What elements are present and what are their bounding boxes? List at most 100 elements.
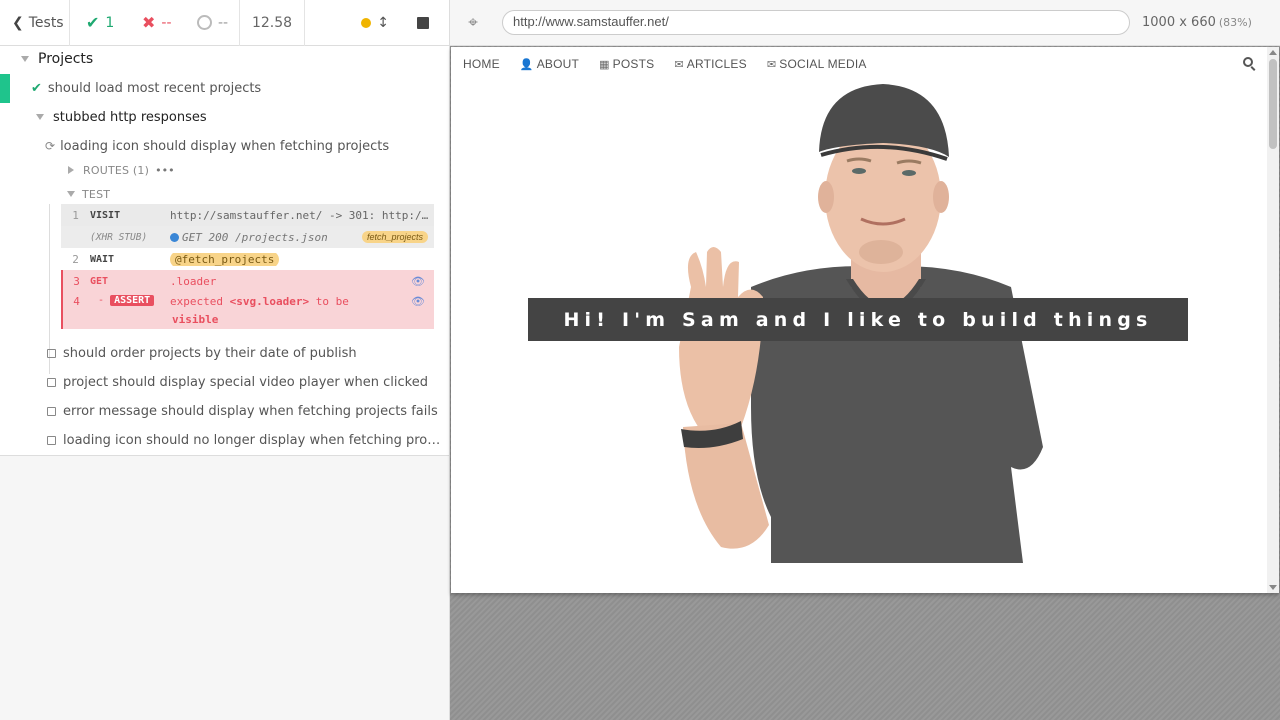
command-wait[interactable]: 2 WAIT @fetch_projects [61,248,434,270]
command-name-wrap: - ASSERT [90,295,170,306]
search-icon[interactable] [1243,57,1253,67]
test-title: should load most recent projects [47,80,262,96]
routes-toggle[interactable]: ROUTES (1) ••• [68,163,175,177]
test-title: should order projects by their date of p… [63,345,357,361]
command-visit[interactable]: 1 VISIT http://samstauffer.net/ -> 301: … [61,204,434,226]
user-icon: 👤 [519,59,534,71]
test-pending[interactable]: should order projects by their date of p… [47,345,357,361]
test-label: TEST [82,187,111,201]
command-message-wrap: @fetch_projects [170,252,434,266]
command-get[interactable]: 3 GET .loader 👁 [61,270,434,291]
command-number: 3 [73,275,80,288]
assert-badge: ASSERT [110,295,155,306]
tests-back-button[interactable]: ❮ Tests [0,0,70,46]
checkbox-icon [47,435,56,445]
nav-home[interactable]: HOME [463,57,500,71]
suite-projects[interactable]: Projects [21,51,93,67]
eye-icon[interactable]: 👁 [411,295,425,308]
assert-selector: <svg.loader> [229,295,310,308]
duration: 12.58 [240,0,305,46]
eye-icon[interactable]: 👁 [411,275,425,288]
viewport-size: 1000 x 660 [1142,15,1216,30]
test-title: loading icon should display when fetchin… [60,138,390,154]
test-running[interactable]: ⟳ loading icon should display when fetch… [45,138,390,154]
checkbox-icon [47,406,56,416]
pass-indicator [0,74,10,103]
aut-iframe[interactable]: HOME 👤 ABOUT ▦ POSTS ✉ ARTICLES ✉ SOCIAL MED… [451,47,1279,593]
scroll-down-icon[interactable] [1269,585,1277,590]
runnables-list: Projects ✔ should load most recent proje… [0,46,449,456]
scrollbar[interactable] [1267,47,1279,593]
caret-down-icon [21,56,29,62]
command-number: 1 [72,208,79,222]
caret-down-icon [36,114,44,120]
assert-pre: expected [170,295,230,308]
suite-title: stubbed http responses [53,109,207,125]
command-name: VISIT [90,209,121,221]
command-name: WAIT [90,253,115,265]
nav-social[interactable]: ✉ SOCIAL MEDIA [767,57,867,71]
suite-stubbed[interactable]: stubbed http responses [36,109,207,125]
command-number: 2 [72,252,79,266]
routes-label: ROUTES (1) [83,163,150,177]
hero-banner: Hi! I'm Sam and I like to build things [528,298,1188,341]
alias-badge: fetch_projects [361,231,428,243]
nav-posts[interactable]: ▦ POSTS [599,57,654,71]
test-pending[interactable]: error message should display when fetchi… [47,403,438,419]
test-title: loading icon should no longer display wh… [63,432,441,448]
refresh-icon: ⟳ [45,139,56,153]
nesting-dash: - [98,295,105,306]
viewport-scale: (83%) [1218,16,1252,29]
envelope-icon: ✉ [674,59,684,71]
pending-number: -- [218,14,229,31]
command-message: http://samstauffer.net/ -> 301: http:/… [170,208,429,222]
tests-label: Tests [28,14,64,31]
nav-articles-label: ARTICLES [686,57,747,71]
test-pending[interactable]: project should display special video pla… [47,374,428,390]
nav-social-label: SOCIAL MEDIA [779,57,867,71]
nav-articles[interactable]: ✉ ARTICLES [674,57,747,71]
url-bar[interactable]: http://www.samstauffer.net/ [502,10,1130,35]
scroll-up-icon[interactable] [1269,50,1277,55]
checkbox-icon [47,348,56,358]
test-passed[interactable]: ✔ should load most recent projects [31,80,262,96]
command-message: GET 200 /projects.json [182,230,328,244]
command-number: 4 [73,295,80,308]
stats-bar: ❮ Tests ✔ 1 ✖ -- -- 12.58 ↕ [0,0,449,46]
scroll-thumb[interactable] [1269,59,1277,149]
alias-pill: @fetch_projects [170,252,280,266]
stop-button[interactable] [417,17,429,29]
autoscroll-toggle[interactable]: ↕ [361,15,389,31]
passed-number: 1 [105,14,115,31]
reporter-panel: ❮ Tests ✔ 1 ✖ -- -- 12.58 ↕ Projects ✔ s… [0,0,450,720]
crosshair-icon[interactable]: ⌖ [450,13,496,33]
nav-about-label: ABOUT [536,57,580,71]
nav-posts-label: POSTS [612,57,655,71]
check-icon: ✔ [86,13,100,32]
command-name: (XHR STUB) [90,231,148,243]
chevron-left-icon: ❮ [12,14,24,31]
status-dot-icon [170,232,179,242]
command-xhr-stub[interactable]: (XHR STUB) GET 200 /projects.json fetch_… [61,226,434,248]
nav-about[interactable]: 👤 ABOUT [520,57,579,71]
running-indicator-icon [361,18,372,28]
caret-right-icon [68,166,74,174]
app-under-test: ⌖ http://www.samstauffer.net/ 1000 x 660… [450,0,1280,720]
test-title: error message should display when fetchi… [63,403,438,419]
envelope-icon: ✉ [766,59,777,71]
test-commands-toggle[interactable]: TEST [67,187,111,201]
site-nav: HOME 👤 ABOUT ▦ POSTS ✉ ARTICLES ✉ SOCIAL MED… [451,47,1267,81]
checkbox-icon [47,377,56,387]
test-title: project should display special video pla… [63,374,428,390]
command-assert[interactable]: 4 - ASSERT expected <svg.loader> to be vi… [61,291,434,329]
x-icon: ✖ [142,13,156,32]
failed-number: -- [161,14,172,31]
command-name: GET [90,276,109,287]
test-pending[interactable]: loading icon should no longer display wh… [47,432,441,448]
runner-controls: ↕ [361,0,449,46]
failed-count: ✖ -- [128,0,185,46]
command-message: expected <svg.loader> to be visible [170,293,411,329]
viewport-info: 1000 x 660 (83%) [1142,15,1252,30]
caret-down-icon [67,191,75,197]
circle-icon [197,15,212,30]
